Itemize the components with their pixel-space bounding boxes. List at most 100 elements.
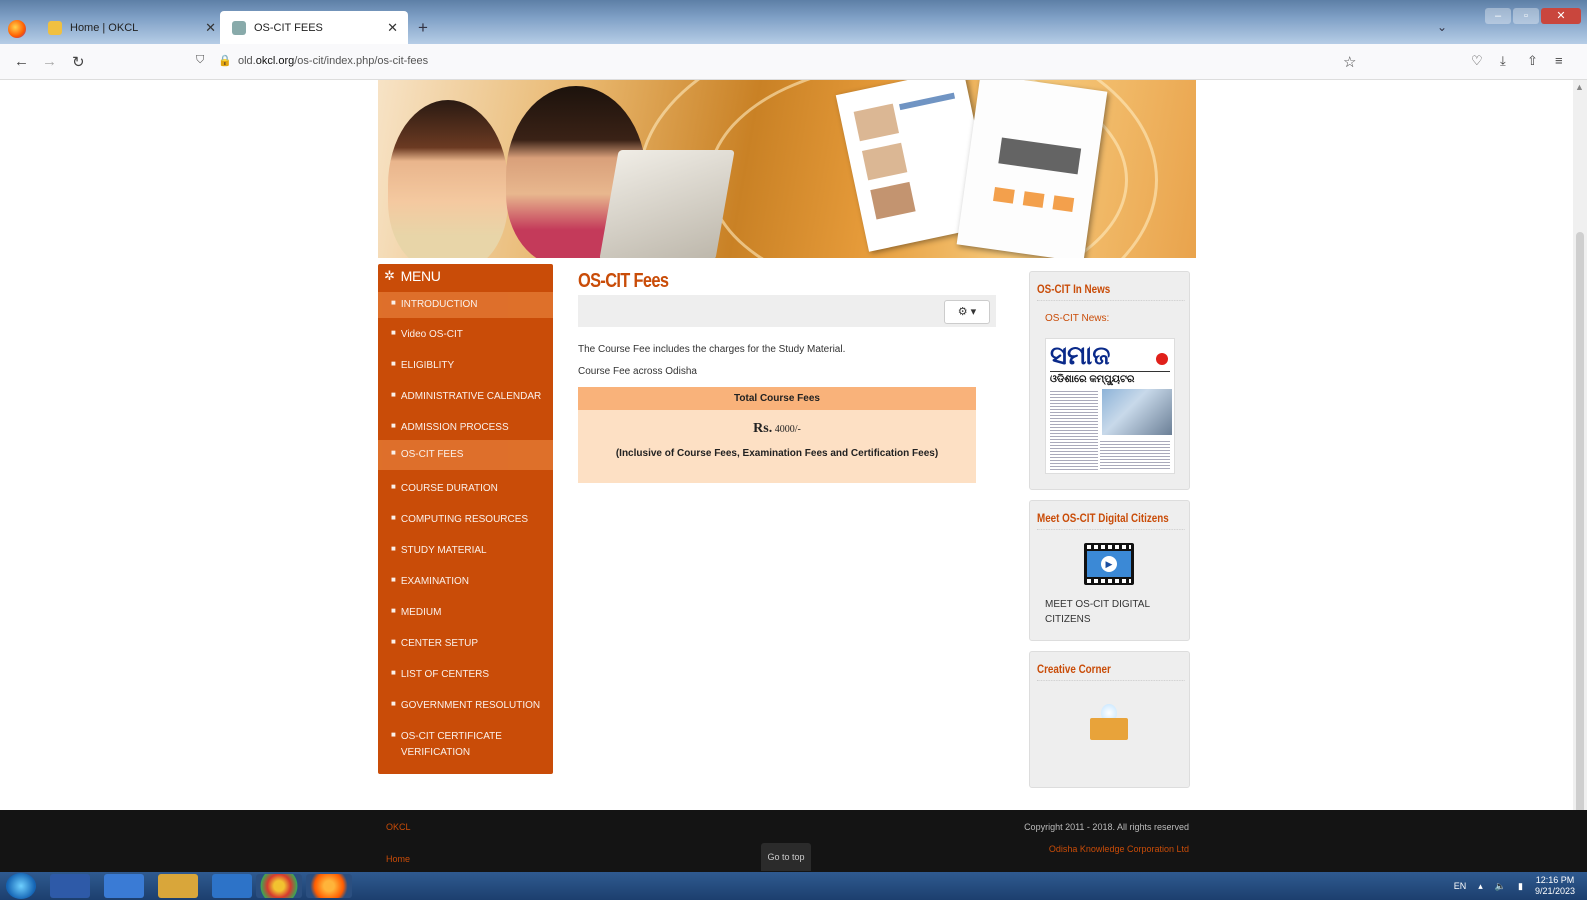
menu-item-course-duration[interactable]: ■ COURSE DURATION <box>378 476 553 502</box>
webpage-collage-2 <box>956 80 1108 258</box>
menu-item-video-os-cit[interactable]: ■ Video OS-CIT <box>378 322 553 348</box>
browser-nav-bar: ← → ↻ ⛉ 🔒 old. okcl.org/os-cit/index.php/… <box>0 44 1587 80</box>
fee-note: (Inclusive of Course Fees, Examination F… <box>615 448 939 459</box>
extensions-icon[interactable]: ⇧ <box>1527 53 1538 69</box>
menu-item-label: OS-CIT FEES <box>400 449 464 460</box>
digital-citizens-panel: Meet OS-CIT Digital Citizens ▶ MEET OS-C… <box>1029 500 1190 641</box>
minimize-icon[interactable]: – <box>1485 8 1511 24</box>
menu-item-eligiblity[interactable]: ■ ELIGIBLITY <box>378 353 553 379</box>
network-icon[interactable]: ▮ <box>1518 881 1523 892</box>
internet-explorer-taskbar-icon[interactable] <box>104 874 144 898</box>
clock[interactable]: 12:16 PM 9/21/2023 <box>1535 875 1575 897</box>
menu-item-administrative-calendar[interactable]: ■ ADMINISTRATIVE CALENDAR <box>378 384 553 410</box>
menu-item-computing-resources[interactable]: ■ COMPUTING RESOURCES <box>378 507 553 533</box>
volume-icon[interactable]: 🔈 <box>1495 881 1506 892</box>
okcl-favicon-icon <box>48 20 62 35</box>
footer-link-okcl[interactable]: OKCL <box>386 822 411 832</box>
tab-os-cit-fees[interactable]: OS-CIT FEES ✕ <box>220 11 408 44</box>
address-bar[interactable]: ⛉ 🔒 old. okcl.org/os-cit/index.php/os-cit… <box>196 54 428 67</box>
fee-table: Total Course Fees Rs. 4000/- (Inclusive … <box>578 387 976 483</box>
menu-item-label: ELIGIBLITY <box>400 360 455 371</box>
downloads-icon[interactable]: ⤓ <box>1500 53 1506 69</box>
start-button-icon[interactable] <box>6 873 36 899</box>
list-tabs-chevron-icon[interactable]: ⌄ <box>1437 20 1447 34</box>
main-article: OS-CIT Fees ⚙ ▾ The Course Fee includes … <box>578 264 996 483</box>
close-window-icon[interactable]: ✕ <box>1541 8 1581 24</box>
menu-item-government-resolution[interactable]: ■ GOVERNMENT RESOLUTION <box>378 693 553 719</box>
menu-item-examination[interactable]: ■ EXAMINATION <box>378 569 553 595</box>
pocket-icon[interactable]: ♡ <box>1471 53 1483 69</box>
menu-item-label: COMPUTING RESOURCES <box>400 514 529 525</box>
menu-item-introduction[interactable]: ■ INTRODUCTION <box>378 292 553 318</box>
news-panel: OS-CIT In News OS-CIT News: ସମାଜ ଓଡିଶାରେ… <box>1029 271 1190 490</box>
menu-item-label: LIST OF CENTERS <box>400 669 490 680</box>
menu-item-label: EXAMINATION <box>400 576 469 587</box>
menu-item-certificate-verification[interactable]: ■ OS-CIT CERTIFICATE VERIFICATION <box>378 724 543 764</box>
browser-tab-strip: Home | OKCL ✕ OS-CIT FEES ✕ + ⌄ – ▫ ✕ <box>0 0 1587 44</box>
chrome-taskbar-icon[interactable] <box>256 874 302 898</box>
close-tab-icon[interactable]: ✕ <box>205 20 216 36</box>
menu-header: ✲ MENU <box>378 264 553 288</box>
firefox-taskbar-icon[interactable] <box>306 874 352 898</box>
hero-banner <box>378 80 1196 258</box>
shield-icon[interactable]: ⛉ <box>196 54 204 67</box>
tab-label: Home | OKCL <box>70 21 139 34</box>
site-footer: OKCL Home Go to top Copyright 2011 - 201… <box>0 810 1587 872</box>
reload-icon[interactable]: ↻ <box>72 53 85 71</box>
close-tab-icon[interactable]: ✕ <box>387 20 398 36</box>
gear-icon: ✲ <box>384 268 395 283</box>
menu-item-medium[interactable]: ■ MEDIUM <box>378 600 553 626</box>
windows-taskbar: EN ▴ 🔈 ▮ 12:16 PM 9/21/2023 <box>0 872 1587 900</box>
menu-item-label: CENTER SETUP <box>400 638 479 649</box>
firefox-icon[interactable] <box>8 20 26 38</box>
go-to-top-button[interactable]: Go to top <box>761 843 811 871</box>
forward-arrow-icon[interactable]: → <box>42 53 57 70</box>
language-indicator[interactable]: EN <box>1454 881 1467 891</box>
tray-expand-icon[interactable]: ▴ <box>1478 881 1483 892</box>
page-scrollbar[interactable]: ▲ ▼ <box>1573 80 1587 858</box>
back-arrow-icon[interactable]: ← <box>14 53 29 70</box>
film-holes <box>1087 545 1131 549</box>
globe-favicon-icon <box>232 20 246 35</box>
tab-home-okcl[interactable]: Home | OKCL ✕ <box>36 11 226 44</box>
box-shape <box>1090 718 1128 740</box>
page-content: ✲ MENU ■ INTRODUCTION ■ Video OS-CIT ■ ELIG… <box>0 80 1587 816</box>
clock-time: 12:16 PM <box>1535 875 1575 885</box>
media-player-taskbar-icon[interactable] <box>212 874 252 898</box>
lightbulb-box-icon[interactable] <box>1088 698 1128 742</box>
news-panel-title: OS-CIT In News <box>1037 282 1185 301</box>
menu-item-center-setup[interactable]: ■ CENTER SETUP <box>378 631 553 657</box>
menu-item-study-material[interactable]: ■ STUDY MATERIAL <box>378 538 553 564</box>
scroll-up-icon[interactable]: ▲ <box>1575 82 1584 92</box>
maximize-icon[interactable]: ▫ <box>1513 8 1539 24</box>
news-subtitle: OS-CIT News: <box>1045 313 1110 324</box>
film-holes <box>1087 579 1131 583</box>
url-path: /os-cit/index.php/os-cit-fees <box>294 54 429 67</box>
creative-corner-panel: Creative Corner <box>1029 651 1190 788</box>
video-film-icon[interactable]: ▶ <box>1084 543 1134 585</box>
footer-link-corporation[interactable]: Odisha Knowledge Corporation Ltd <box>1049 844 1189 854</box>
footer-link-home[interactable]: Home <box>386 854 410 864</box>
menu-item-label: ADMINISTRATIVE CALENDAR <box>400 391 542 402</box>
menu-item-admission-process[interactable]: ■ ADMISSION PROCESS <box>378 415 553 441</box>
new-tab-icon[interactable]: + <box>418 18 428 38</box>
word-taskbar-icon[interactable] <box>50 874 90 898</box>
hamburger-menu-icon[interactable]: ≡ <box>1555 53 1563 68</box>
laptop-image <box>599 150 735 258</box>
menu-item-os-cit-fees[interactable]: ■ OS-CIT FEES <box>378 440 553 470</box>
digital-citizens-link[interactable]: MEET OS-CIT DIGITAL CITIZENS <box>1045 597 1175 627</box>
file-explorer-taskbar-icon[interactable] <box>158 874 198 898</box>
scrollbar-thumb[interactable] <box>1576 232 1584 842</box>
lock-icon[interactable]: 🔒 <box>218 54 232 67</box>
bookmark-star-icon[interactable]: ☆ <box>1343 53 1356 71</box>
newspaper-headline: ଓଡିଶାରେ କମ୍ପ୍ୟୁଟର <box>1050 371 1170 385</box>
fee-region-text: Course Fee across Odisha <box>578 366 697 377</box>
newspaper-text-column <box>1050 389 1098 471</box>
news-clipping-image[interactable]: ସମାଜ ଓଡିଶାରେ କମ୍ପ୍ୟୁଟର <box>1045 338 1175 474</box>
article-tools-button[interactable]: ⚙ ▾ <box>944 300 990 324</box>
fee-description: The Course Fee includes the charges for … <box>578 344 846 355</box>
menu-item-label: COURSE DURATION <box>400 483 498 494</box>
fee-amount: Rs. 4000/- <box>578 421 976 437</box>
menu-item-list-of-centers[interactable]: ■ LIST OF CENTERS <box>378 662 553 688</box>
menu-item-label: INTRODUCTION <box>400 299 478 310</box>
